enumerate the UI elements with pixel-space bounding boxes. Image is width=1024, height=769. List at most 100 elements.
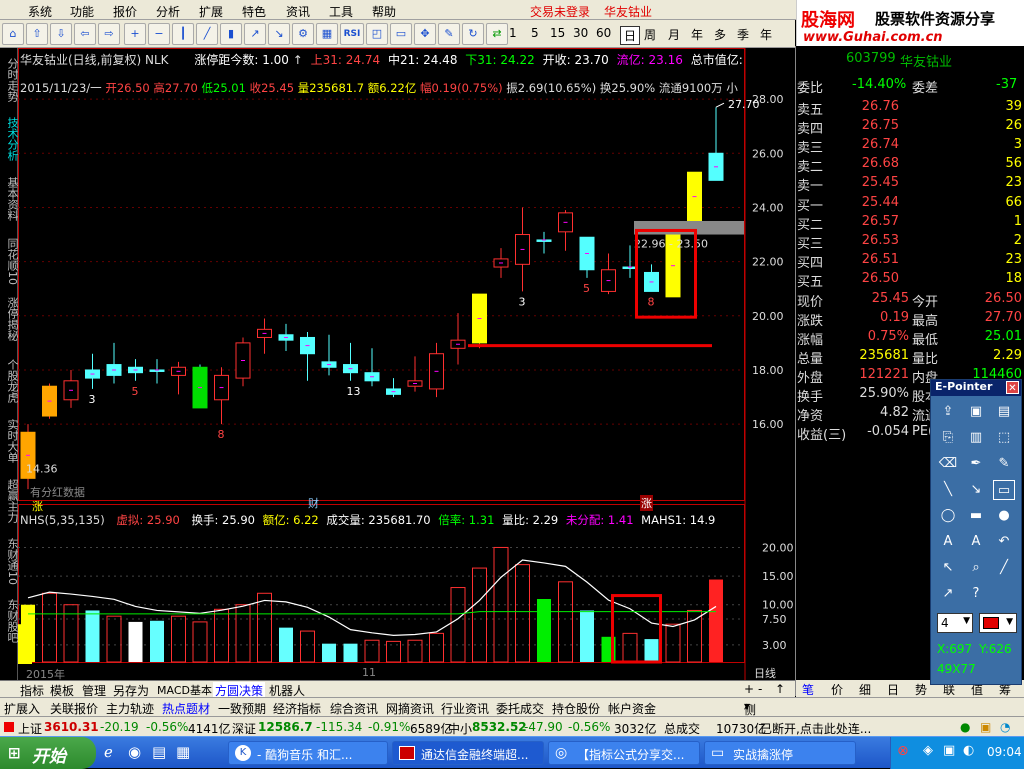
tab-price[interactable]: 价 [831, 681, 843, 698]
period-30min[interactable]: 30 [573, 26, 588, 40]
fbar-news[interactable]: 综合资讯 [330, 700, 378, 717]
tab-ticks[interactable]: 笔 [802, 681, 814, 698]
scroll-minus[interactable]: - [758, 682, 762, 696]
table-icon[interactable]: ▦ [316, 23, 338, 45]
tab-detail[interactable]: 细 [859, 681, 871, 698]
bar-icon[interactable]: ▮ [220, 23, 242, 45]
undo-tool-icon[interactable]: ↶ [993, 532, 1015, 552]
connection-status[interactable]: 已断开,点击此处连... [760, 720, 871, 737]
scroll-plus[interactable]: + [744, 682, 754, 696]
fbar-web-digest[interactable]: 网摘资讯 [386, 700, 434, 717]
chart-area[interactable]: 28.00 26.00 24.00 22.00 20.00 18.00 16.00 20.00… [18, 48, 794, 681]
kline-chart[interactable]: 28.0026.0024.0022.0020.0018.0016.0020.00… [18, 48, 794, 680]
sidebar-toggle[interactable]: 侧边栏 ▾ [744, 699, 756, 751]
eraser-tool-icon[interactable]: ⌫ [937, 454, 959, 474]
refresh-icon[interactable]: ↻ [462, 23, 484, 45]
tab-trend[interactable]: 势 [915, 681, 927, 698]
copy-tool-icon[interactable]: ⎘ [937, 428, 959, 448]
arrow-tool-icon[interactable]: ↘ [965, 480, 987, 500]
menu-quote[interactable]: 报价 [113, 3, 137, 20]
rsi-icon[interactable]: RSI [340, 23, 364, 45]
task-tdx[interactable]: 通达信金融终端超... [392, 741, 544, 765]
tab-dragon-tiger[interactable]: 个股龙虎 [0, 354, 19, 408]
period-15min[interactable]: 15 [550, 26, 565, 40]
fall-icon[interactable]: ↘ [268, 23, 290, 45]
fbar-orders[interactable]: 委托成交 [496, 700, 544, 717]
fbar-econ[interactable]: 经济指标 [273, 700, 321, 717]
menu-help[interactable]: 帮助 [372, 3, 396, 20]
tab-dc10[interactable]: 东财通10 [0, 534, 19, 588]
period-1min[interactable]: 1 [509, 26, 517, 40]
tab-main-force[interactable]: 超赢主力 [0, 474, 19, 528]
btab-macd[interactable]: MACD基本 [157, 682, 212, 698]
task-kugou[interactable]: K - 酷狗音乐 和汇... [228, 741, 388, 765]
media-icon[interactable]: ◉ [128, 743, 141, 761]
pen-tool-icon[interactable]: ✎ [993, 454, 1015, 474]
zoom-out-icon[interactable]: − [148, 23, 170, 45]
e-pointer-palette[interactable]: E-Pointer ✕ ⇪ ▣ ▤ ⎘ ▥ ⬚ ⌫ ✒ ✎ ╲ ↘ ▭ ◯ ▬ ● A A ↶ ↖ ⌕ ╱ ↗? 4 ▼ ▼… [930, 379, 1022, 685]
shield-icon[interactable]: ◈ [923, 743, 933, 758]
volume-icon[interactable]: ◐ [963, 743, 974, 758]
text-a-tool-icon[interactable]: A [937, 532, 959, 552]
tab-big-order[interactable]: 实时大单 [0, 414, 19, 468]
tab-day[interactable]: 日 [887, 681, 899, 698]
gear-icon[interactable]: ⚙ [292, 23, 314, 45]
blob-tool-icon[interactable]: ● [993, 506, 1015, 526]
arrow-right-icon[interactable]: ⇨ [98, 23, 120, 45]
text-aa-tool-icon[interactable]: A [965, 532, 987, 552]
fbar-positions[interactable]: 持仓股份 [552, 700, 600, 717]
zoom-tool-icon[interactable]: ⌕ [965, 558, 987, 578]
task-formula[interactable]: ◎ 【指标公式分享交... [548, 741, 700, 765]
period-year2[interactable]: 年 [760, 26, 772, 43]
help-tool-icon[interactable]: ? [965, 584, 987, 604]
menu-analysis[interactable]: 分析 [156, 3, 180, 20]
save-tool-icon[interactable]: ▣ [965, 402, 987, 422]
rect-dash-tool-icon[interactable]: ⬚ [993, 428, 1015, 448]
arrow-left-icon[interactable]: ⇦ [74, 23, 96, 45]
arrow-down-icon[interactable]: ⇩ [50, 23, 72, 45]
period-60min[interactable]: 60 [596, 26, 611, 40]
menu-news[interactable]: 资讯 [286, 3, 310, 20]
paste-tool-icon[interactable]: ▥ [965, 428, 987, 448]
pencil-icon[interactable]: ✎ [438, 23, 460, 45]
color-pick-tool-icon[interactable]: ✒ [965, 454, 987, 474]
fill-tool-icon[interactable]: ▬ [965, 506, 987, 526]
task-limitup[interactable]: ▭ 实战擒涨停 [704, 741, 856, 765]
open-tool-icon[interactable]: ⇪ [937, 402, 959, 422]
rect-tool-icon[interactable]: ▭ [993, 480, 1015, 500]
fbar-consensus[interactable]: 一致预期 [218, 700, 266, 717]
login-status[interactable]: 交易未登录 [530, 3, 590, 20]
kline-icon[interactable]: ┃ [172, 23, 194, 45]
menu-function[interactable]: 功能 [70, 3, 94, 20]
clock-time[interactable]: 09:04 [987, 745, 1022, 759]
line-icon[interactable]: ╱ [196, 23, 218, 45]
tab-ths10[interactable]: 同花顺10 [0, 234, 19, 288]
fbar-hot-topics[interactable]: 热点题材 [162, 700, 210, 717]
desktop-icon[interactable]: ▦ [176, 743, 190, 761]
close-icon[interactable]: ✕ [1006, 381, 1019, 394]
color-select[interactable]: ▼ [979, 613, 1017, 633]
start-button[interactable]: ⊞ 开始 [0, 737, 96, 769]
ellipse-tool-icon[interactable]: ◯ [937, 506, 959, 526]
fbar-related-quote[interactable]: 关联报价 [50, 700, 98, 717]
indicator-icon[interactable]: ◰ [366, 23, 388, 45]
period-day[interactable]: 日 [620, 26, 641, 45]
scroll-up[interactable]: ↑ [775, 682, 785, 696]
fbar-industry[interactable]: 行业资讯 [441, 700, 489, 717]
move-icon[interactable]: ✥ [414, 23, 436, 45]
tray-app-icon[interactable]: ⊗ [897, 743, 909, 759]
tab-basic-info[interactable]: 基本资料 [0, 172, 19, 226]
period-month[interactable]: 月 [668, 26, 680, 43]
period-quarter[interactable]: 季 [737, 26, 749, 43]
swap-icon[interactable]: ⇄ [486, 23, 508, 45]
tab-technical[interactable]: 技术分析 [0, 114, 19, 164]
tab-limit-up[interactable]: 涨停揭秘 [0, 294, 19, 344]
fbar-main-track[interactable]: 主力轨迹 [106, 700, 154, 717]
ie-icon[interactable]: ℯ [104, 743, 113, 761]
period-year[interactable]: 年 [691, 26, 703, 43]
line-width-select[interactable]: 4 ▼ [937, 613, 973, 633]
select-tool-icon[interactable]: ↗ [937, 584, 959, 604]
tab-dc-forum[interactable]: 东财股吧 [0, 594, 19, 648]
menu-special[interactable]: 特色 [242, 3, 266, 20]
tab-intraday[interactable]: 分时走势 [0, 52, 19, 108]
